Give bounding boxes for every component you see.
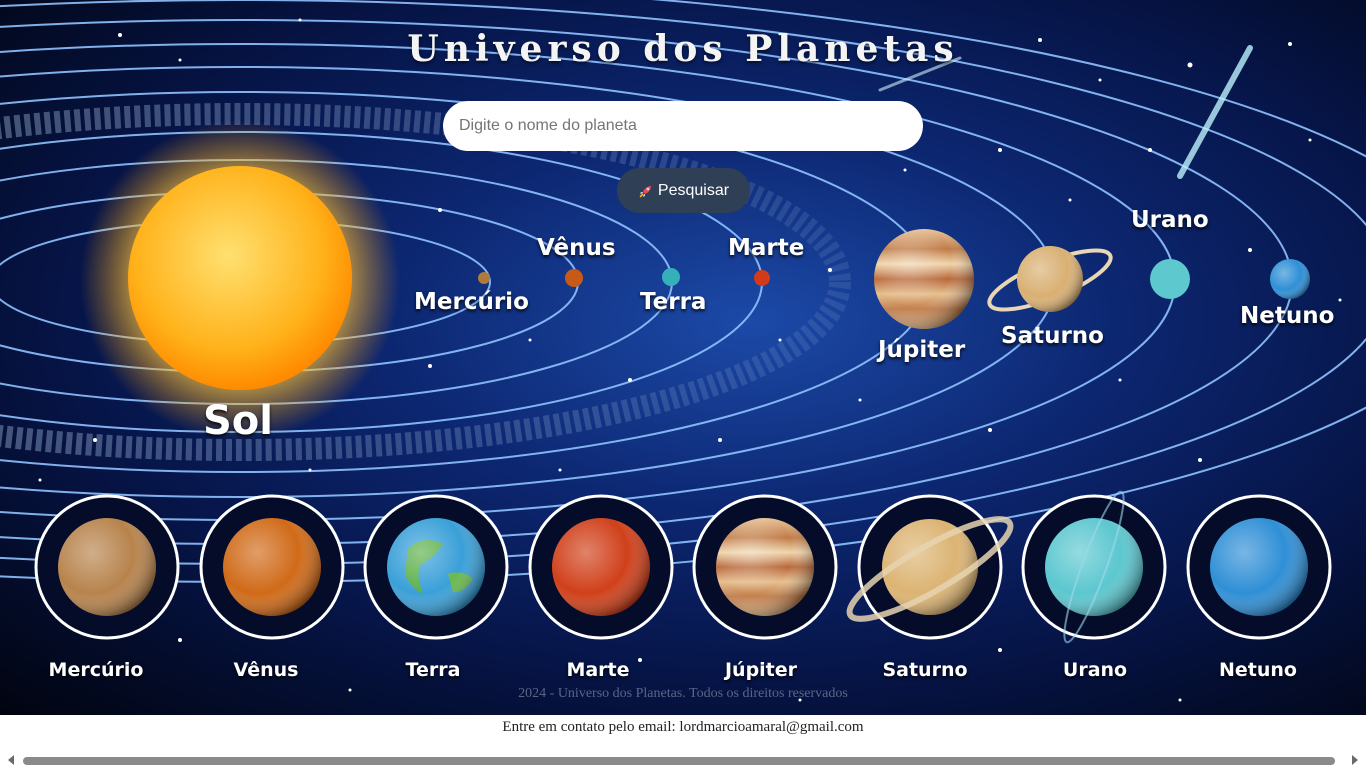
label-sun: Sol bbox=[203, 398, 273, 444]
label-mars: Marte bbox=[728, 235, 805, 261]
label-saturn: Saturno bbox=[1001, 323, 1104, 349]
label-neptune: Netuno bbox=[1240, 303, 1335, 329]
planet-card-neptune[interactable] bbox=[1186, 494, 1332, 640]
scroll-left-icon[interactable] bbox=[8, 755, 14, 765]
planet-card-venus[interactable] bbox=[199, 494, 345, 640]
contact-email-text: Entre em contato pelo email: lordmarcioa… bbox=[502, 719, 864, 735]
planet-card-label: Terra bbox=[405, 659, 461, 681]
planet-card-label: Mercúrio bbox=[48, 659, 144, 681]
scrollbar-thumb[interactable] bbox=[23, 757, 1335, 765]
planet-card-saturn[interactable] bbox=[846, 494, 1014, 640]
label-jupiter: Júpiter bbox=[878, 337, 966, 363]
label-venus: Vênus bbox=[537, 235, 616, 261]
search-input[interactable] bbox=[443, 101, 923, 151]
planet-card-label: Vênus bbox=[233, 659, 299, 681]
label-earth: Terra bbox=[640, 289, 707, 315]
copyright-text: 2024 - Universo dos Planetas. Todos os d… bbox=[518, 686, 848, 701]
page-title: Universo dos Planetas bbox=[407, 28, 959, 70]
planet-card-earth[interactable] bbox=[363, 494, 509, 640]
planet-card-label: Júpiter bbox=[724, 659, 798, 681]
planet-card-uranus[interactable] bbox=[1021, 490, 1167, 644]
label-uranus: Urano bbox=[1131, 207, 1209, 233]
planet-card-label: Marte bbox=[566, 659, 630, 681]
planet-card-mars[interactable] bbox=[528, 494, 674, 640]
planet-card-jupiter[interactable] bbox=[692, 494, 838, 640]
rocket-icon bbox=[639, 185, 651, 197]
planet-card-label: Urano bbox=[1062, 659, 1128, 681]
planet-card-label: Netuno bbox=[1219, 659, 1297, 681]
planet-card-mercury[interactable] bbox=[34, 494, 180, 640]
scroll-right-icon[interactable] bbox=[1352, 755, 1358, 765]
solar-system-banner: Universo dos Planetas Sol Mercúrio Vênus… bbox=[0, 0, 1366, 715]
search-button-label: Pesquisar bbox=[657, 181, 730, 199]
horizontal-scrollbar[interactable] bbox=[0, 752, 1366, 768]
label-mercury: Mercúrio bbox=[414, 289, 529, 315]
search-button[interactable]: Pesquisar bbox=[617, 168, 750, 213]
planet-card-label: Saturno bbox=[882, 659, 968, 681]
